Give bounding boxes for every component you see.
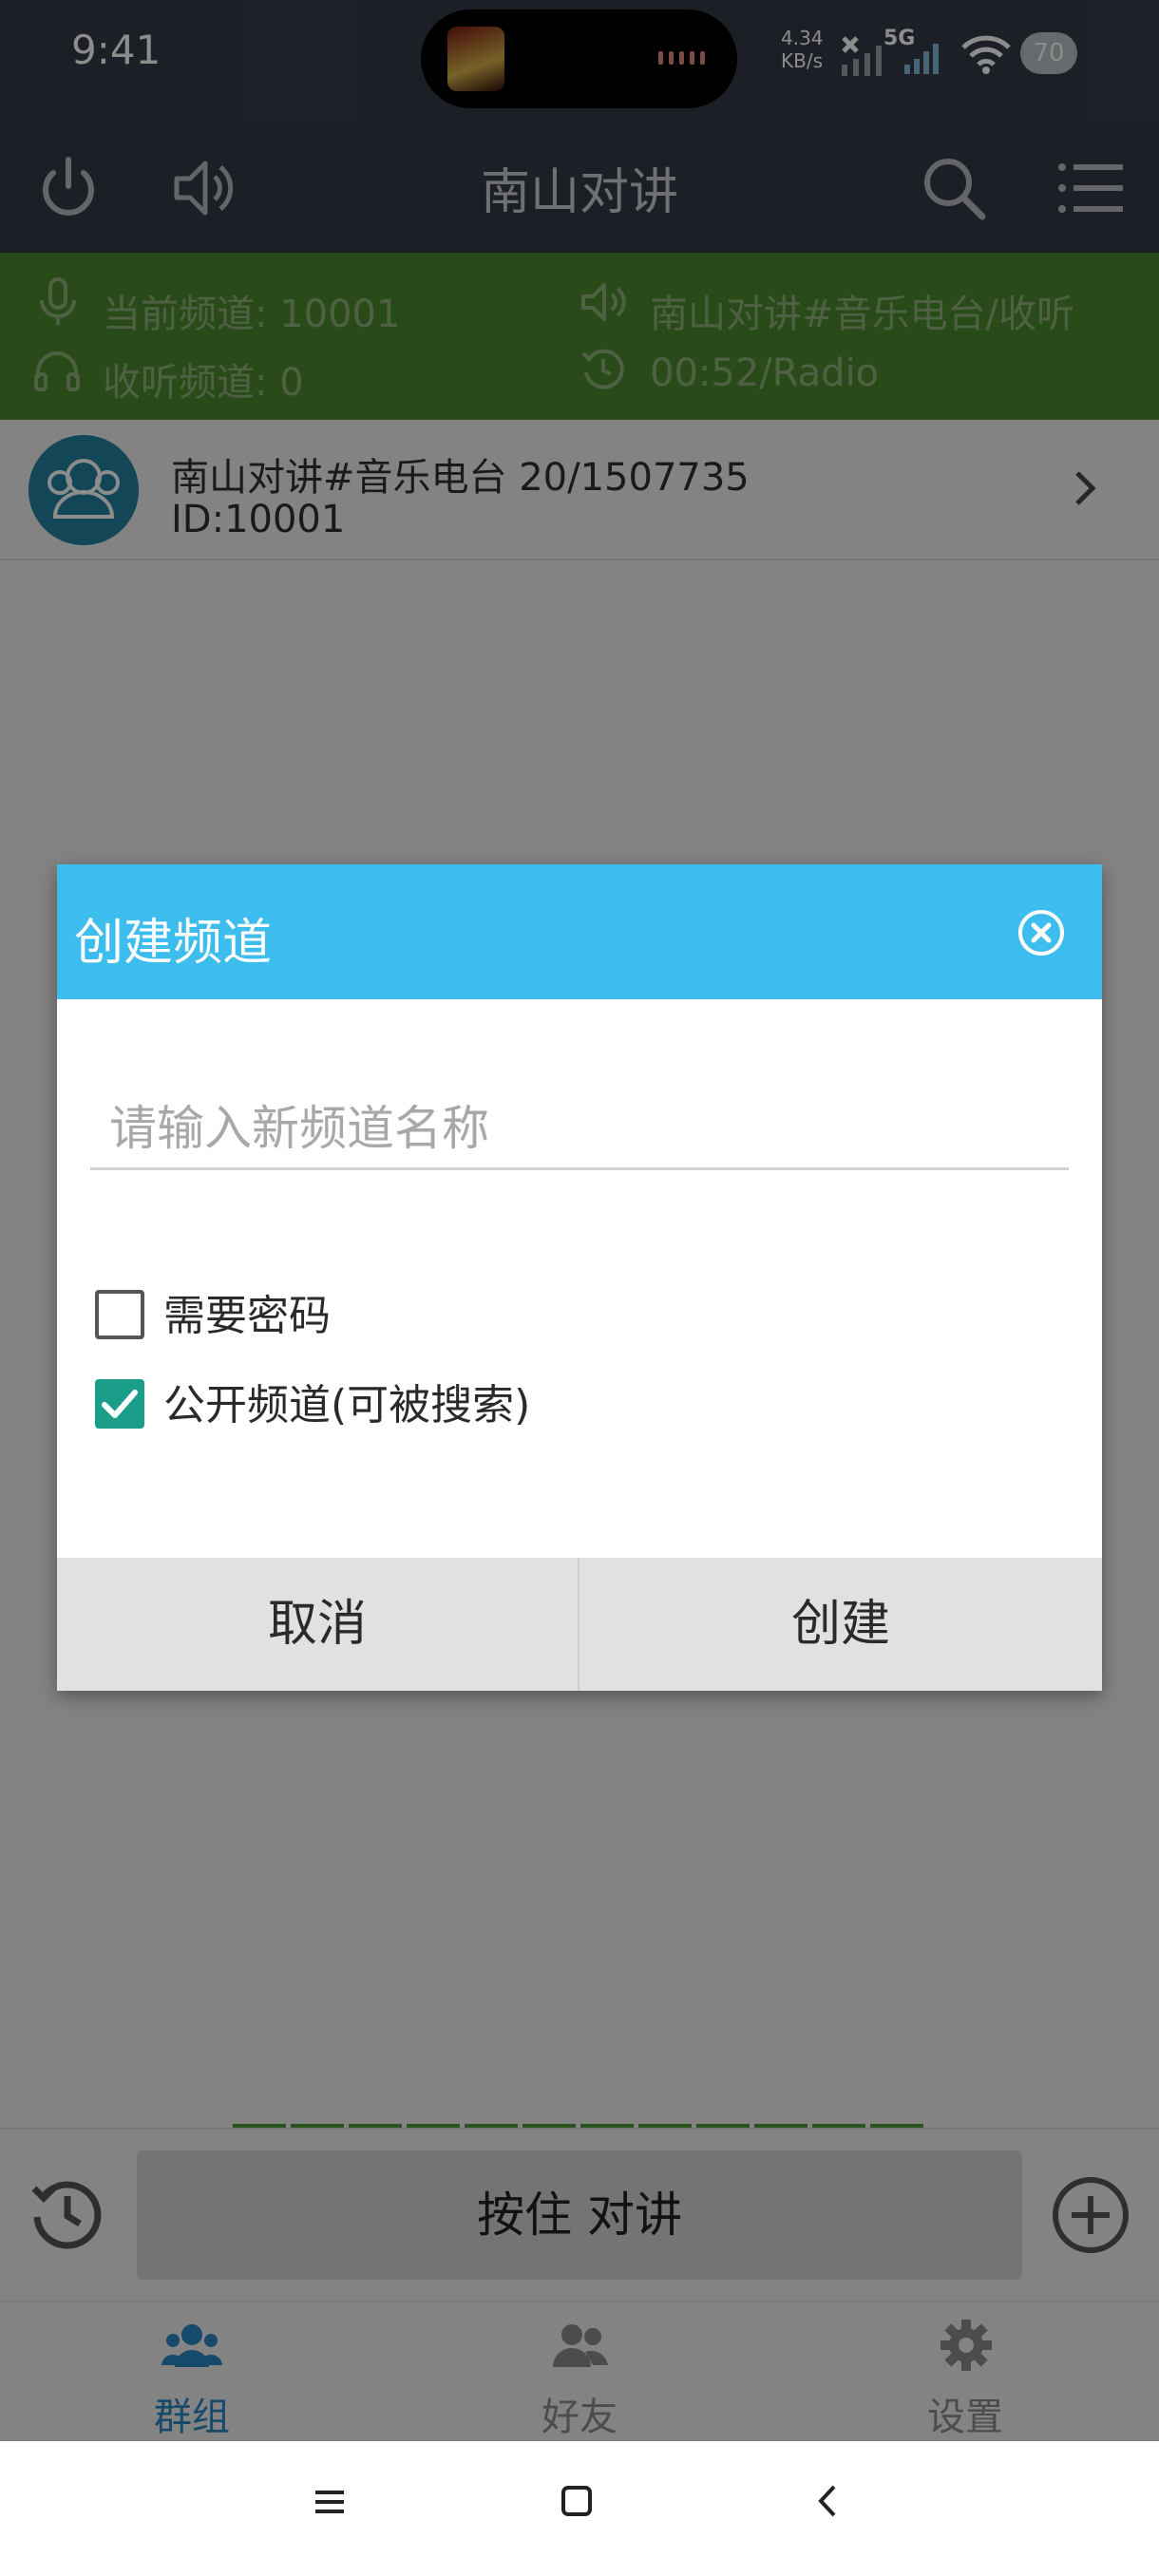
require-password-option[interactable]: 需要密码 bbox=[95, 1290, 1045, 1347]
dialog-actions: 取消 创建 bbox=[57, 1558, 1102, 1691]
public-channel-checkbox[interactable] bbox=[95, 1379, 144, 1429]
cancel-button[interactable]: 取消 bbox=[57, 1558, 580, 1691]
channel-name-input[interactable] bbox=[90, 1089, 1069, 1170]
close-icon[interactable] bbox=[1016, 908, 1066, 957]
back-icon[interactable] bbox=[813, 2483, 842, 2519]
recent-apps-icon[interactable] bbox=[314, 2487, 346, 2517]
require-password-checkbox[interactable] bbox=[95, 1290, 144, 1339]
home-icon[interactable] bbox=[560, 2485, 593, 2517]
create-button[interactable]: 创建 bbox=[580, 1558, 1102, 1691]
dialog-title: 创建频道 bbox=[74, 915, 273, 972]
public-channel-label: 公开频道(可被搜索) bbox=[163, 1381, 531, 1430]
create-channel-dialog: 创建频道 需要密码 公开频道(可被搜索) 取消 创建 bbox=[57, 864, 1102, 1691]
public-channel-option[interactable]: 公开频道(可被搜索) bbox=[95, 1379, 1045, 1436]
system-nav-bar bbox=[0, 2441, 1159, 2576]
checkmark-icon bbox=[102, 1390, 138, 1418]
require-password-label: 需要密码 bbox=[163, 1292, 331, 1340]
dialog-header: 创建频道 bbox=[57, 864, 1102, 999]
